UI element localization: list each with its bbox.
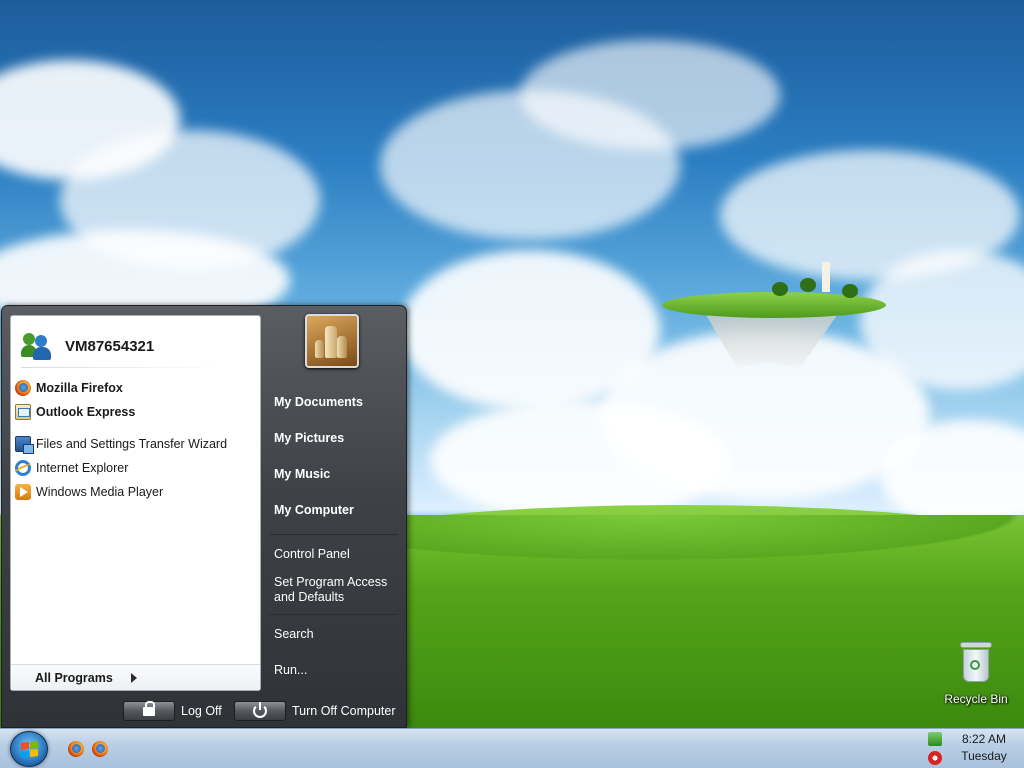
turn-off-label: Turn Off Computer — [292, 704, 396, 718]
transfer-wizard-icon — [15, 436, 34, 454]
program-label: Internet Explorer — [36, 461, 129, 475]
security-alert-icon[interactable] — [928, 751, 942, 765]
turn-off-computer-button[interactable]: Turn Off Computer — [234, 700, 396, 722]
all-programs-button[interactable]: All Programs — [35, 671, 137, 685]
floating-island — [662, 262, 886, 372]
program-label: Outlook Express — [36, 405, 136, 419]
network-icon[interactable] — [928, 732, 942, 746]
place-set-program-access[interactable]: Set Program Access and Defaults — [274, 575, 387, 605]
start-button[interactable] — [10, 731, 48, 767]
header-divider — [21, 367, 221, 368]
place-my-documents[interactable]: My Documents — [274, 395, 363, 409]
places-divider — [270, 534, 398, 535]
lock-icon — [143, 700, 155, 717]
arrow-right-icon — [130, 672, 137, 683]
place-run[interactable]: Run... — [274, 663, 307, 677]
place-my-pictures[interactable]: My Pictures — [274, 431, 344, 445]
clock-day: Tuesday — [961, 749, 1007, 763]
place-label-line1: Set Program Access — [274, 575, 388, 589]
recycle-bin-label: Recycle Bin — [944, 692, 1008, 706]
all-programs-label: All Programs — [35, 670, 113, 685]
place-my-music[interactable]: My Music — [274, 467, 330, 481]
recycle-bin-icon — [960, 640, 992, 684]
user-picture[interactable] — [305, 314, 359, 368]
log-off-button[interactable]: Log Off — [123, 700, 222, 722]
program-internet-explorer[interactable]: Internet Explorer — [15, 457, 255, 479]
recycle-bin-shortcut[interactable]: Recycle Bin — [940, 640, 1012, 706]
start-menu-left-pane: VM87654321 Mozilla Firefox Outlook Expre… — [10, 315, 261, 691]
all-programs-bar: All Programs — [11, 664, 260, 690]
taskbar: 8:22 AM Tuesday — [0, 728, 1024, 768]
system-tray — [928, 732, 944, 768]
program-windows-media-player[interactable]: Windows Media Player — [15, 481, 255, 503]
program-mozilla-firefox[interactable]: Mozilla Firefox — [15, 377, 255, 399]
user-header: VM87654321 — [21, 326, 154, 366]
lock-icon-box — [123, 700, 175, 721]
program-label: Windows Media Player — [36, 485, 164, 499]
firefox-icon — [15, 380, 31, 396]
power-icon-box — [234, 701, 286, 721]
log-off-label: Log Off — [181, 704, 222, 718]
media-player-icon — [15, 484, 31, 500]
users-icon — [21, 331, 53, 361]
start-menu: VM87654321 Mozilla Firefox Outlook Expre… — [1, 305, 407, 728]
outlook-express-icon — [15, 404, 31, 420]
places-divider — [270, 614, 398, 615]
windows-logo-icon — [21, 741, 38, 758]
program-transfer-wizard[interactable]: Files and Settings Transfer Wizard — [15, 433, 255, 455]
place-label-line2: and Defaults — [274, 590, 345, 604]
power-icon — [253, 702, 267, 718]
program-outlook-express[interactable]: Outlook Express — [15, 401, 255, 423]
program-label: Files and Settings Transfer Wizard — [36, 437, 228, 451]
place-my-computer[interactable]: My Computer — [274, 503, 354, 517]
quick-launch-firefox-icon[interactable] — [92, 741, 108, 757]
place-search[interactable]: Search — [274, 627, 314, 641]
place-control-panel[interactable]: Control Panel — [274, 547, 350, 561]
taskbar-clock[interactable]: 8:22 AM Tuesday — [954, 731, 1014, 765]
user-name: VM87654321 — [65, 337, 155, 355]
internet-explorer-icon — [15, 460, 31, 476]
clock-time: 8:22 AM — [961, 732, 1007, 746]
quick-launch-firefox-icon[interactable] — [68, 741, 84, 757]
chess-piece-icon — [325, 326, 337, 358]
program-label: Mozilla Firefox — [36, 381, 123, 395]
